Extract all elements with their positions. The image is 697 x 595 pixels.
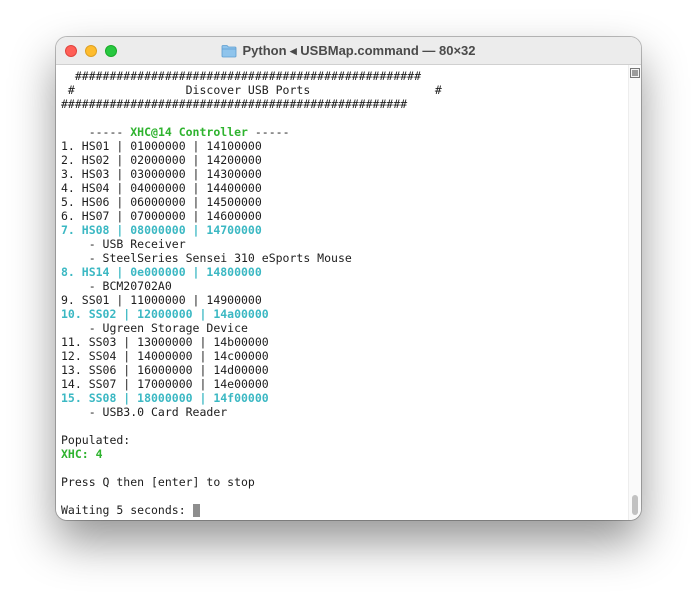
title-app: Python <box>242 43 287 58</box>
stop-prompt: Press Q then [enter] to stop <box>61 475 255 489</box>
populated-label: Populated: <box>61 433 131 447</box>
port-row: 6. HS07 | 07000000 | 14600000 <box>61 209 262 223</box>
device-entry: - USB3.0 Card Reader <box>61 405 228 419</box>
folder-icon <box>222 45 237 58</box>
port-row: 14. SS07 | 17000000 | 14e00000 <box>61 377 269 391</box>
scrollbar-thumb[interactable] <box>632 495 638 515</box>
port-row-populated: 10. SS02 | 12000000 | 14a00000 <box>61 307 269 321</box>
device-entry: - BCM20702A0 <box>61 279 172 293</box>
port-row-populated: 7. HS08 | 08000000 | 14700000 <box>61 223 262 237</box>
banner-bottom: ########################################… <box>61 97 408 111</box>
port-row: 9. SS01 | 11000000 | 14900000 <box>61 293 262 307</box>
text-cursor <box>192 504 200 517</box>
device-entry: - USB Receiver <box>61 237 186 251</box>
device-entry: - Ugreen Storage Device <box>61 321 248 335</box>
waiting-text: Waiting 5 seconds: <box>61 503 193 517</box>
title-dimensions: — 80×32 <box>418 43 476 58</box>
banner-top: ########################################… <box>61 69 422 83</box>
port-row: 3. HS03 | 03000000 | 14300000 <box>61 167 262 181</box>
title-separator: ◂ <box>286 43 301 58</box>
port-row: 12. SS04 | 14000000 | 14c00000 <box>61 349 269 363</box>
port-row: 4. HS04 | 04000000 | 14400000 <box>61 181 262 195</box>
port-row: 13. SS06 | 16000000 | 14d00000 <box>61 363 269 377</box>
waiting-line: Waiting 5 seconds: <box>61 503 200 517</box>
controller-prefix: ----- <box>61 125 131 139</box>
terminal-output[interactable]: ########################################… <box>56 65 628 520</box>
vertical-scrollbar[interactable] <box>628 65 641 520</box>
port-row: 1. HS01 | 01000000 | 14100000 <box>61 139 262 153</box>
menu-lines-icon[interactable] <box>630 68 640 78</box>
title-file: USBMap.command <box>300 43 419 58</box>
banner-title: # Discover USB Ports # <box>61 83 442 97</box>
controller-suffix: ----- <box>247 125 290 139</box>
controller-header: ----- XHC@14 Controller ----- <box>61 125 290 139</box>
terminal-window: Python ◂ USBMap.command — 80×32 ########… <box>56 37 641 520</box>
port-row: 2. HS02 | 02000000 | 14200000 <box>61 153 262 167</box>
populated-count: XHC: 4 <box>61 447 103 461</box>
port-row-populated: 15. SS08 | 18000000 | 14f00000 <box>61 391 269 405</box>
port-row: 11. SS03 | 13000000 | 14b00000 <box>61 335 269 349</box>
title-bar[interactable]: Python ◂ USBMap.command — 80×32 <box>56 37 641 65</box>
window-title: Python ◂ USBMap.command — 80×32 <box>56 37 641 65</box>
port-row-populated: 8. HS14 | 0e000000 | 14800000 <box>61 265 262 279</box>
port-row: 5. HS06 | 06000000 | 14500000 <box>61 195 262 209</box>
device-entry: - SteelSeries Sensei 310 eSports Mouse <box>61 251 352 265</box>
controller-name: XHC@14 Controller <box>130 125 248 139</box>
